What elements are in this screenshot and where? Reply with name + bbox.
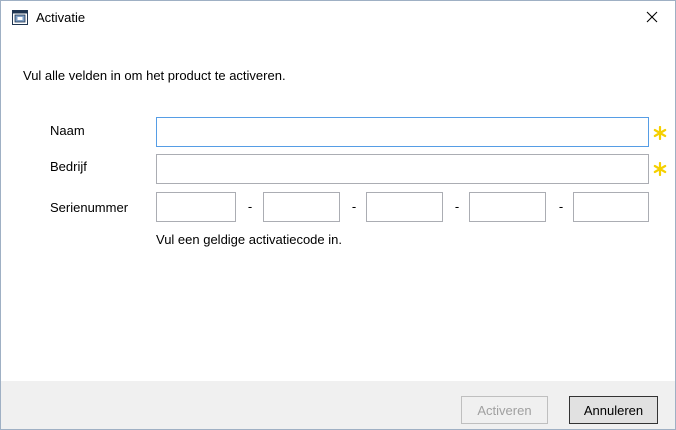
serial-label: Serienummer [50, 200, 129, 215]
close-button[interactable] [629, 1, 675, 33]
company-field[interactable] [156, 154, 649, 184]
serial-separator: - [454, 199, 460, 214]
cancel-button[interactable]: Annuleren [569, 396, 658, 424]
name-label: Naam [50, 123, 85, 138]
instruction-text: Vul alle velden in om het product te act… [23, 68, 286, 83]
company-required-asterisk-icon [653, 161, 667, 177]
activation-dialog: Activatie Vul alle velden in om het prod… [0, 0, 676, 430]
company-label: Bedrijf [50, 159, 87, 174]
serial-segment-3[interactable] [366, 192, 443, 222]
close-icon [646, 11, 658, 23]
serial-separator: - [351, 199, 357, 214]
activate-button[interactable]: Activeren [461, 396, 548, 424]
serial-segment-5[interactable] [573, 192, 649, 222]
serial-hint: Vul een geldige activatiecode in. [156, 232, 342, 247]
name-field[interactable] [156, 117, 649, 147]
serial-separator: - [247, 199, 253, 214]
serial-segment-4[interactable] [469, 192, 546, 222]
serial-segment-1[interactable] [156, 192, 236, 222]
serial-separator: - [558, 199, 564, 214]
title-bar[interactable]: Activatie [1, 1, 675, 33]
name-required-asterisk-icon [653, 125, 667, 141]
serial-segment-2[interactable] [263, 192, 340, 222]
window-title: Activatie [36, 10, 86, 25]
button-bar: Activeren Annuleren [1, 381, 675, 429]
window-app-icon [12, 10, 28, 25]
